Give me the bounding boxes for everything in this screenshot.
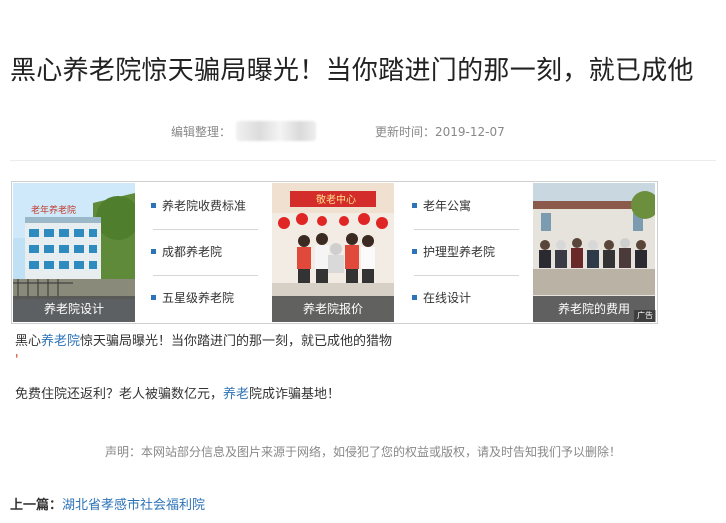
party-banner: 敬老中心 <box>316 193 356 206</box>
editor-name-redacted <box>236 121 316 141</box>
ad-link[interactable]: 护理型养老院 <box>412 230 520 276</box>
update-time: 更新时间：2019-12-07 <box>375 125 505 139</box>
keyword-link[interactable]: 养老 <box>223 387 249 402</box>
bullet-square-icon <box>151 249 156 254</box>
ad-tag[interactable]: 广告 <box>634 310 656 322</box>
ad-caption[interactable]: 养老院报价 <box>272 296 394 322</box>
body-paragraph-2: 免费住院还返利？老人被骗数亿元，养老院成诈骗基地！ <box>15 387 341 402</box>
prev-label: 上一篇： <box>10 498 63 513</box>
bullet-square-icon <box>151 203 156 208</box>
bullet-square-icon <box>412 295 417 300</box>
divider <box>10 160 716 161</box>
body-mark: ' <box>15 353 19 368</box>
ad-link-list-2: 老年公寓 护理型养老院 在线设计 <box>402 183 530 322</box>
ad-image-party[interactable]: 敬老中心 养老院报价 <box>272 183 394 322</box>
editor-label: 编辑整理： <box>171 125 232 139</box>
body-paragraph-1: 黑心养老院惊天骗局曝光！当你踏进门的那一刻，就已成他的猎物 <box>15 334 393 349</box>
article-title: 黑心养老院惊天骗局曝光！当你踏进门的那一刻，就已成他 <box>10 56 694 86</box>
ad-link[interactable]: 在线设计 <box>412 276 520 322</box>
keyword-link[interactable]: 养老院 <box>41 334 80 349</box>
prev-article-link[interactable]: 湖北省孝感市社会福利院 <box>62 498 205 513</box>
bullet-square-icon <box>412 203 417 208</box>
copyright-notice: 声明：本网站部分信息及图片来源于网络，如侵犯了您的权益或版权，请及时告知我们予以… <box>104 445 621 459</box>
ad-link-list-1: 养老院收费标准 成都养老院 五星级养老院 <box>141 183 269 322</box>
prev-article: 上一篇：湖北省孝感市社会福利院 <box>10 494 205 513</box>
bullet-square-icon <box>151 295 156 300</box>
building-sign: 老年养老院 <box>31 204 76 216</box>
bullet-square-icon <box>412 249 417 254</box>
ad-link[interactable]: 五星级养老院 <box>151 276 259 322</box>
ad-link[interactable]: 老年公寓 <box>412 184 520 230</box>
article-meta: 编辑整理： 更新时间：2019-12-07 <box>0 121 726 141</box>
ad-image-elderly[interactable]: 养老院的费用 <box>533 183 655 322</box>
ad-caption[interactable]: 养老院设计 <box>13 296 135 322</box>
ad-banner[interactable]: 老年养老院 养老院设计 养老院收费标准 成都养老院 五星级养老院 敬老中心 养老… <box>11 181 658 324</box>
ad-link[interactable]: 成都养老院 <box>151 230 259 276</box>
ad-image-building[interactable]: 老年养老院 养老院设计 <box>13 183 135 322</box>
ad-link[interactable]: 养老院收费标准 <box>151 184 259 230</box>
